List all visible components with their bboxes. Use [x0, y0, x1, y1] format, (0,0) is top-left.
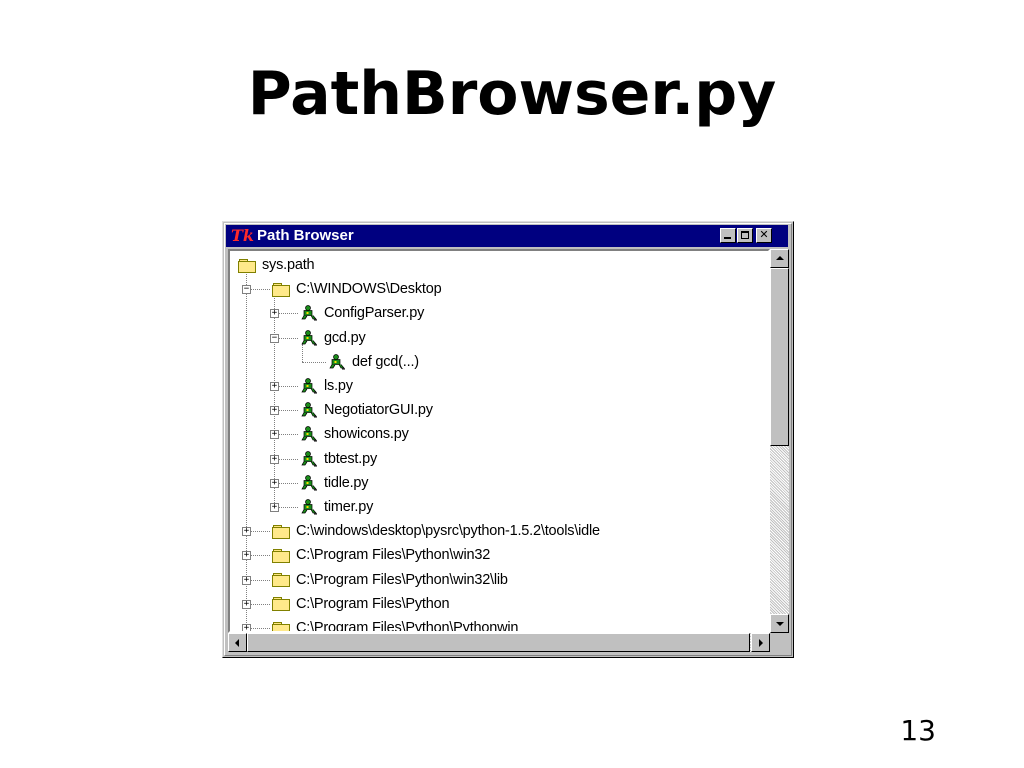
tree-item-label: ls.py: [324, 378, 353, 394]
collapse-icon[interactable]: −: [270, 333, 279, 343]
tree-item[interactable]: C:\WINDOWS\Desktop: [272, 278, 442, 300]
expand-icon[interactable]: +: [242, 599, 251, 609]
expand-icon[interactable]: +: [270, 454, 279, 464]
expand-icon[interactable]: +: [270, 406, 279, 416]
tree-item-label: timer.py: [324, 499, 374, 515]
expand-icon[interactable]: +: [270, 478, 279, 488]
python-module-icon: [300, 304, 318, 322]
arrow-left-icon: [235, 639, 239, 647]
expand-icon[interactable]: +: [242, 551, 251, 561]
slide-title: PathBrowser.py: [247, 59, 777, 129]
tree-item-label: showicons.py: [324, 426, 409, 443]
tree-connector: [302, 361, 326, 363]
expand-icon[interactable]: +: [270, 430, 279, 440]
path-browser-window: Tk Path Browser ✕ sys.path − C:\WINDOWS\De…: [222, 221, 794, 658]
tree-item[interactable]: C:\Program Files\Python\win32\lib: [272, 569, 508, 591]
tree-item[interactable]: sys.path: [238, 254, 315, 276]
tree-item-label: C:\WINDOWS\Desktop: [296, 281, 442, 298]
arrow-down-icon: [776, 622, 784, 626]
window-titlebar[interactable]: Tk Path Browser ✕: [226, 225, 788, 247]
expand-icon[interactable]: +: [270, 382, 279, 391]
page-number: 13: [900, 714, 936, 747]
path-tree: sys.path − C:\WINDOWS\Desktop + ConfigParser…: [230, 251, 768, 631]
tk-logo-icon: Tk: [231, 226, 254, 245]
tree-item[interactable]: showicons.py: [300, 423, 409, 445]
close-icon: ✕: [759, 228, 769, 241]
arrow-right-icon: [759, 639, 763, 647]
expand-icon[interactable]: +: [242, 527, 251, 537]
python-module-icon: [300, 401, 318, 419]
expand-icon[interactable]: +: [270, 309, 279, 319]
folder-icon: [272, 548, 290, 563]
horizontal-scroll-thumb[interactable]: [247, 633, 750, 652]
horizontal-scrollbar[interactable]: [228, 633, 770, 652]
tree-connector: [274, 295, 275, 507]
scroll-up-button[interactable]: [770, 249, 789, 268]
tree-item[interactable]: timer.py: [300, 496, 373, 518]
tree-item-label: C:\Program Files\Python\win32: [296, 547, 491, 564]
close-button[interactable]: ✕: [756, 228, 772, 243]
scrollbar-corner: [770, 633, 789, 652]
tree-item[interactable]: gcd.py: [300, 327, 366, 349]
tree-item-label: NegotiatorGUI.py: [324, 402, 433, 419]
tree-item-label: tbtest.py: [324, 450, 378, 467]
tree-item[interactable]: ls.py: [300, 375, 353, 397]
tree-item-label: tidle.py: [324, 474, 369, 491]
expand-icon[interactable]: +: [242, 624, 251, 631]
maximize-button[interactable]: [737, 228, 753, 243]
tree-item[interactable]: C:\Program Files\Python: [272, 593, 450, 615]
minimize-icon: [724, 237, 731, 239]
tree-item[interactable]: C:\Program Files\Python\Pythonwin: [272, 617, 518, 631]
tree-item[interactable]: tbtest.py: [300, 448, 377, 470]
folder-icon: [238, 258, 256, 273]
python-module-icon: [300, 474, 318, 492]
python-module-icon: [300, 377, 318, 395]
tree-item[interactable]: C:\Program Files\Python\win32: [272, 544, 490, 566]
tree-item-label: C:\windows\desktop\pysrc\python-1.5.2\to…: [296, 523, 600, 540]
python-module-icon: [300, 450, 318, 468]
folder-icon: [272, 621, 290, 631]
tree-item-label: C:\Program Files\Python: [296, 595, 450, 612]
tree-pane[interactable]: sys.path − C:\WINDOWS\Desktop + ConfigParser…: [228, 249, 770, 633]
python-module-icon: [300, 329, 318, 347]
tree-item-label: C:\Program Files\Python\win32\lib: [296, 571, 508, 588]
python-module-icon: [300, 498, 318, 516]
arrow-up-icon: [776, 256, 784, 260]
scroll-down-button[interactable]: [770, 614, 789, 633]
tree-item[interactable]: C:\windows\desktop\pysrc\python-1.5.2\to…: [272, 520, 600, 542]
tree-item[interactable]: NegotiatorGUI.py: [300, 399, 433, 421]
tree-item[interactable]: tidle.py: [300, 472, 369, 494]
expand-icon[interactable]: +: [242, 575, 251, 585]
vertical-scrollbar[interactable]: [770, 249, 789, 633]
tree-item-label: C:\Program Files\Python\Pythonwin: [296, 620, 519, 631]
tree-item[interactable]: def gcd(...): [328, 351, 419, 373]
tree-item-label: def gcd(...): [352, 353, 419, 370]
scroll-right-button[interactable]: [751, 633, 770, 652]
minimize-button[interactable]: [720, 228, 736, 243]
collapse-icon[interactable]: −: [242, 285, 251, 295]
tree-item-label: sys.path: [262, 257, 315, 273]
python-module-icon: [328, 353, 346, 371]
tree-item-label: gcd.py: [324, 329, 366, 346]
scroll-left-button[interactable]: [228, 633, 247, 652]
folder-icon: [272, 524, 290, 539]
tree-item-label: ConfigParser.py: [324, 305, 425, 322]
python-module-icon: [300, 425, 318, 443]
tree-item[interactable]: ConfigParser.py: [300, 302, 424, 324]
folder-icon: [272, 597, 290, 612]
window-title: Path Browser: [257, 227, 354, 244]
maximize-icon: [741, 231, 749, 239]
folder-icon: [272, 573, 290, 588]
expand-icon[interactable]: +: [270, 503, 279, 512]
vertical-scroll-thumb[interactable]: [770, 268, 789, 446]
folder-icon: [272, 282, 290, 297]
